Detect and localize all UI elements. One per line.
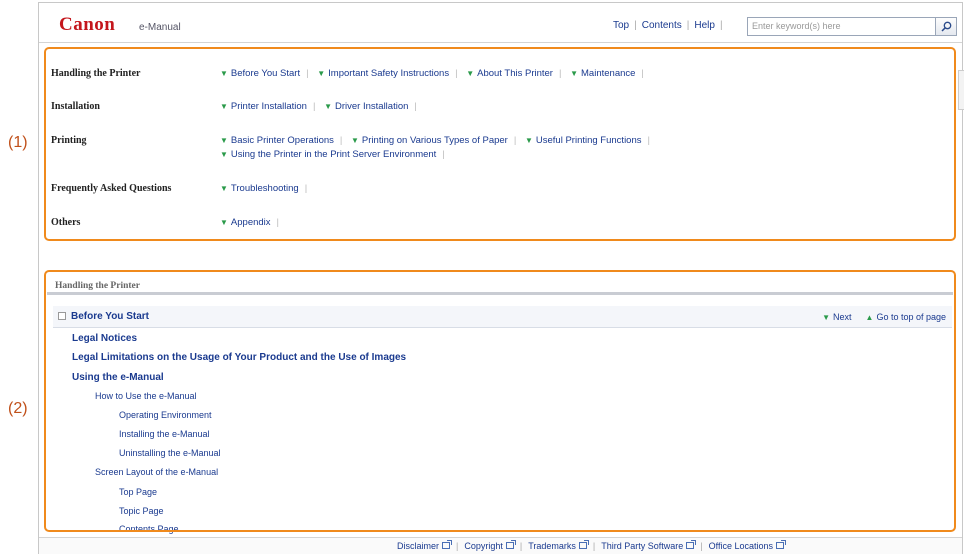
scroll-handle[interactable]	[958, 70, 964, 110]
callout-label-1: (1)	[8, 134, 28, 151]
nav-separator: |	[634, 20, 637, 31]
callout-label-2: (2)	[8, 400, 28, 417]
footer: Disclaimer | Copyright | Trademarks | Th…	[39, 537, 962, 554]
search-input[interactable]: Enter keyword(s) here	[747, 17, 939, 36]
nav-separator: |	[719, 20, 723, 31]
canon-logo[interactable]: Canon	[59, 14, 115, 36]
footer-separator: |	[456, 541, 459, 551]
search-button[interactable]	[935, 17, 957, 36]
header: Canon e-Manual Top | Contents | Help | E…	[39, 3, 962, 43]
external-link-icon	[686, 540, 697, 549]
copyright-link[interactable]: Copyright	[464, 540, 516, 551]
footer-separator: |	[592, 541, 596, 551]
callout-frame-2	[44, 270, 956, 532]
search-icon	[940, 21, 951, 32]
top-link[interactable]: Top	[613, 20, 629, 31]
help-link[interactable]: Help	[694, 20, 715, 31]
top-nav: Top | Contents | Help |	[613, 20, 728, 31]
footer-separator: |	[700, 541, 703, 551]
trademarks-link[interactable]: Trademarks	[528, 540, 589, 551]
external-link-icon	[442, 540, 453, 549]
footer-separator: |	[519, 541, 523, 551]
emanual-subtitle: e-Manual	[139, 22, 181, 33]
callout-frame-1	[44, 47, 956, 241]
disclaimer-link[interactable]: Disclaimer	[397, 540, 453, 551]
external-link-icon	[776, 540, 787, 549]
footer-links: Disclaimer | Copyright | Trademarks | Th…	[397, 540, 787, 551]
office-locations-link[interactable]: Office Locations	[709, 540, 787, 551]
external-link-icon	[578, 540, 589, 549]
third-party-software-link[interactable]: Third Party Software	[601, 540, 697, 551]
nav-separator: |	[686, 20, 690, 31]
external-link-icon	[505, 540, 516, 549]
contents-link[interactable]: Contents	[642, 20, 682, 31]
